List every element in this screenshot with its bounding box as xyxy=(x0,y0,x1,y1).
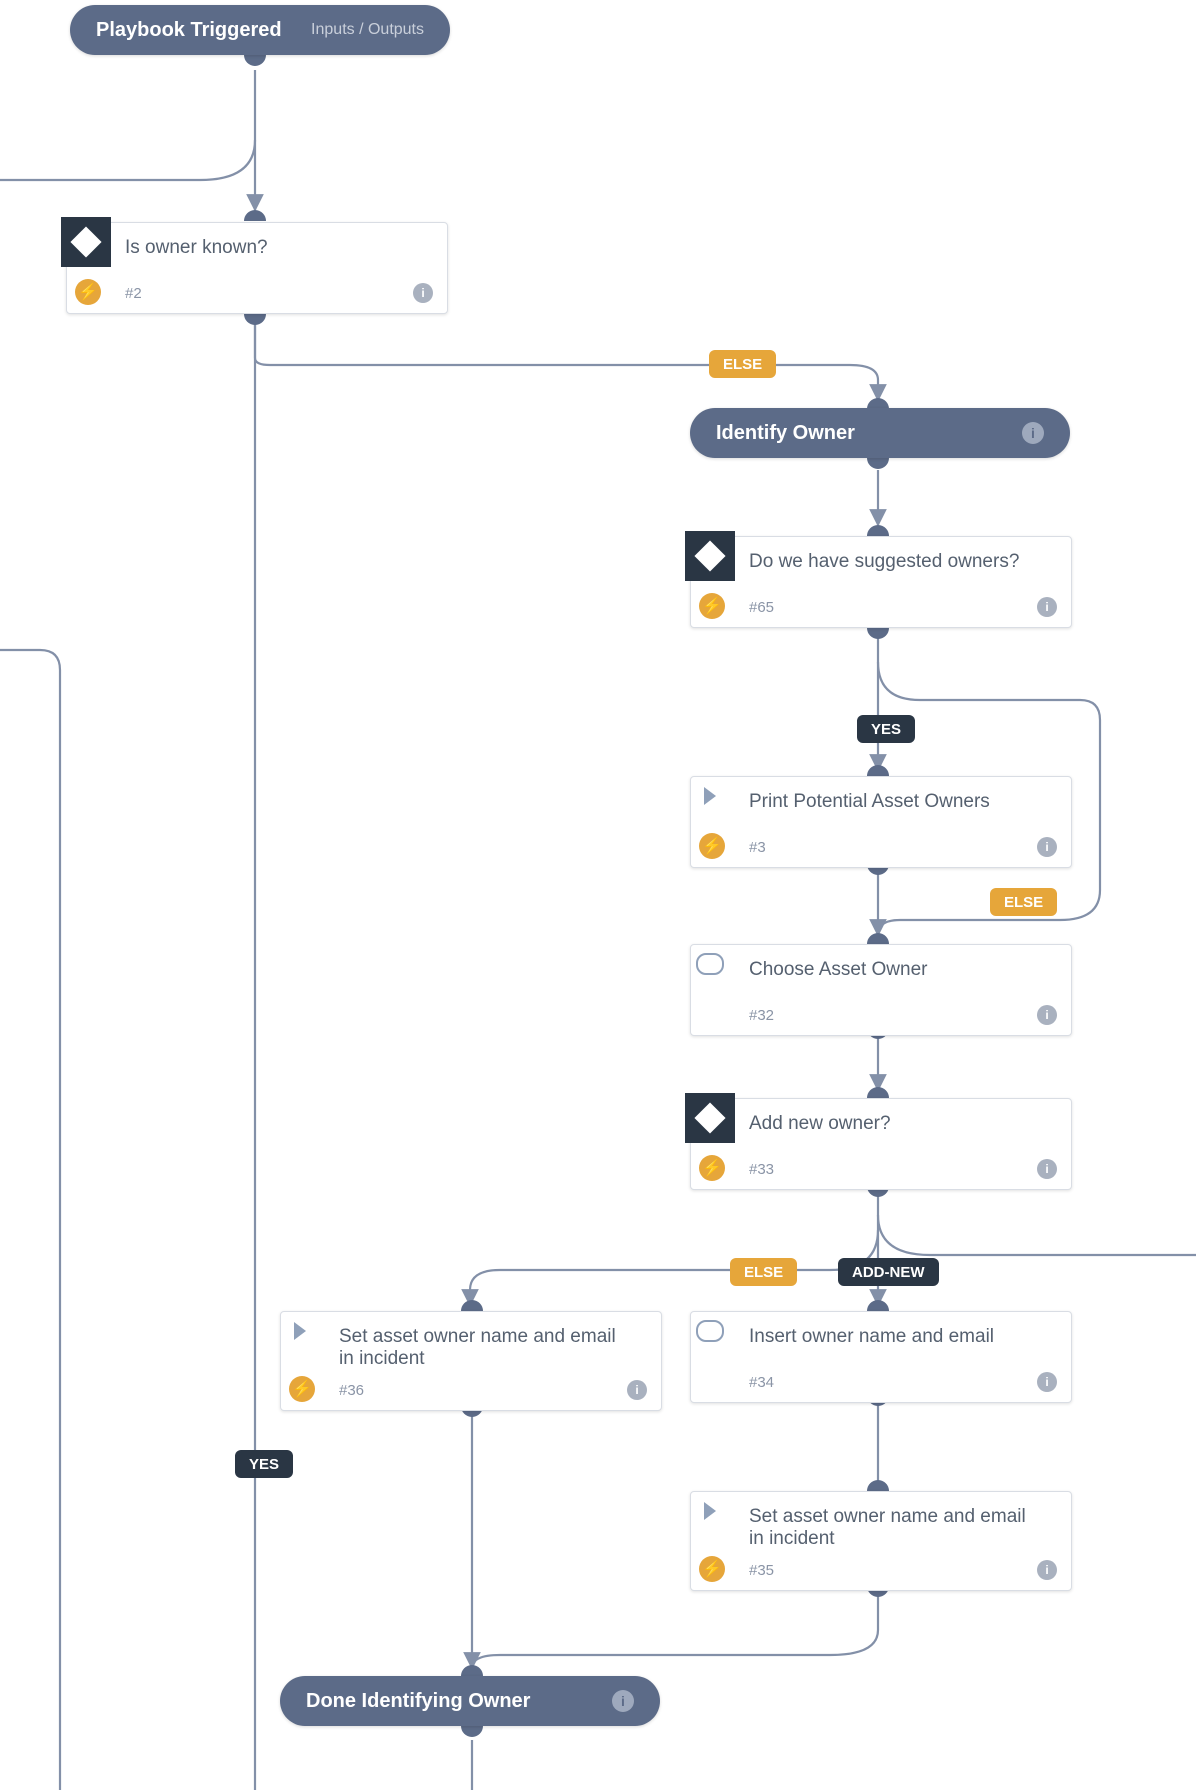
bolt-icon: ⚡ xyxy=(699,833,725,859)
node-set-owner-36[interactable]: Set asset owner name and email in incide… xyxy=(280,1311,662,1411)
bolt-icon: ⚡ xyxy=(289,1376,315,1402)
bolt-icon: ⚡ xyxy=(75,279,101,305)
port-in xyxy=(867,765,889,776)
port-out xyxy=(244,314,266,325)
node-add-new-owner[interactable]: Add new owner? ⚡ #33 i xyxy=(690,1098,1072,1190)
port-in xyxy=(867,1300,889,1311)
tag-yes: YES xyxy=(857,715,915,743)
node-label: Choose Asset Owner xyxy=(749,959,1055,981)
node-label: Print Potential Asset Owners xyxy=(749,791,1055,813)
node-number: #3 xyxy=(749,839,766,856)
port-in xyxy=(461,1665,483,1676)
node-label: Add new owner? xyxy=(749,1113,1055,1135)
info-icon[interactable]: i xyxy=(1037,1372,1057,1392)
port-out xyxy=(244,55,266,66)
node-number: #35 xyxy=(749,1562,774,1579)
node-set-owner-35[interactable]: Set asset owner name and email in incide… xyxy=(690,1491,1072,1591)
node-number: #2 xyxy=(125,285,142,302)
node-title: Identify Owner xyxy=(716,422,855,445)
node-title: Done Identifying Owner xyxy=(306,1690,530,1713)
bolt-icon: ⚡ xyxy=(699,1556,725,1582)
node-label: Is owner known? xyxy=(125,237,431,259)
tag-add-new: ADD-NEW xyxy=(838,1258,939,1286)
info-icon[interactable]: i xyxy=(1022,422,1044,444)
port-in xyxy=(244,210,266,221)
tag-else: ELSE xyxy=(990,888,1057,916)
bolt-icon: ⚡ xyxy=(699,593,725,619)
port-out xyxy=(461,1726,483,1737)
tag-else: ELSE xyxy=(709,350,776,378)
node-playbook-triggered[interactable]: Playbook Triggered Inputs / Outputs xyxy=(70,5,450,55)
node-number: #36 xyxy=(339,1382,364,1399)
info-icon[interactable]: i xyxy=(1037,1005,1057,1025)
port-in xyxy=(867,933,889,944)
node-number: #32 xyxy=(749,1007,774,1024)
port-out xyxy=(867,458,889,469)
info-icon[interactable]: i xyxy=(1037,1159,1057,1179)
port-in xyxy=(867,1087,889,1098)
port-in xyxy=(867,1480,889,1491)
node-suggested-owners[interactable]: Do we have suggested owners? ⚡ #65 i xyxy=(690,536,1072,628)
node-number: #33 xyxy=(749,1161,774,1178)
tag-yes: YES xyxy=(235,1450,293,1478)
tag-else: ELSE xyxy=(730,1258,797,1286)
node-label: Set asset owner name and email in incide… xyxy=(339,1326,619,1370)
node-label: Set asset owner name and email in incide… xyxy=(749,1506,1029,1550)
node-subtitle: Inputs / Outputs xyxy=(311,21,424,39)
node-label: Insert owner name and email xyxy=(749,1326,1055,1348)
node-done-identifying-owner[interactable]: Done Identifying Owner i xyxy=(280,1676,660,1726)
node-label: Do we have suggested owners? xyxy=(749,551,1055,573)
port-out xyxy=(867,628,889,639)
info-icon[interactable]: i xyxy=(1037,1560,1057,1580)
node-insert-owner[interactable]: Insert owner name and email #34 i xyxy=(690,1311,1072,1403)
bolt-icon: ⚡ xyxy=(699,1155,725,1181)
node-identify-owner[interactable]: Identify Owner i xyxy=(690,408,1070,458)
node-choose-asset-owner[interactable]: Choose Asset Owner #32 i xyxy=(690,944,1072,1036)
info-icon[interactable]: i xyxy=(612,1690,634,1712)
info-icon[interactable]: i xyxy=(627,1380,647,1400)
node-print-potential-owners[interactable]: Print Potential Asset Owners ⚡ #3 i xyxy=(690,776,1072,868)
node-title: Playbook Triggered xyxy=(96,19,282,42)
port-in xyxy=(867,525,889,536)
info-icon[interactable]: i xyxy=(1037,597,1057,617)
node-is-owner-known[interactable]: Is owner known? ⚡ #2 i xyxy=(66,222,448,314)
port-in xyxy=(461,1300,483,1311)
info-icon[interactable]: i xyxy=(1037,837,1057,857)
node-number: #34 xyxy=(749,1374,774,1391)
node-number: #65 xyxy=(749,599,774,616)
info-icon[interactable]: i xyxy=(413,283,433,303)
